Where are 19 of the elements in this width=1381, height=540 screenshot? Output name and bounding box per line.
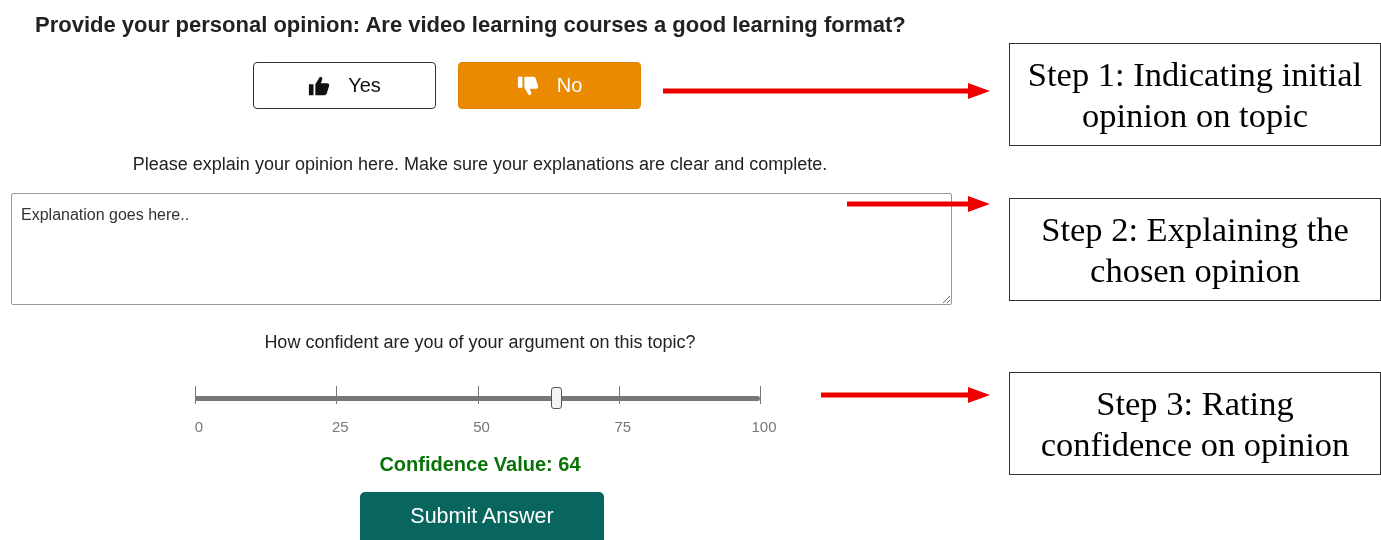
annotation-box: Step 1: Indicating initial opinion on topic	[1009, 43, 1381, 146]
confidence-prompt: How confident are you of your argument on this topic?	[264, 332, 696, 353]
question-text: Provide your personal opinion: Are video learning courses a good learning format?	[35, 12, 907, 38]
slider-thumb[interactable]	[550, 387, 562, 409]
thumbs-down-icon	[516, 74, 539, 97]
explanation-prompt: Please explain your opinion here. Make sure your explanations are clear and complete.	[132, 154, 828, 175]
confidence-value: Confidence Value: 64	[379, 453, 581, 476]
tick-label: 75	[614, 418, 632, 435]
explanation-field[interactable]: Explanation goes here..	[11, 193, 952, 305]
tick-label: 0	[194, 418, 204, 435]
tick-label: 50	[473, 418, 490, 435]
thumbs-up-icon	[308, 74, 331, 97]
tick-label: 100	[751, 418, 777, 435]
choice-button[interactable]: Yes	[253, 62, 436, 109]
slider-track[interactable]	[195, 387, 760, 409]
annotation-box: Step 3: Rating confidence on opinion	[1009, 372, 1381, 475]
submit-button[interactable]: Submit Answer	[360, 492, 604, 540]
annotation-box: Step 2: Explaining the chosen opinion	[1009, 198, 1381, 301]
tick-label: 25	[331, 418, 349, 435]
